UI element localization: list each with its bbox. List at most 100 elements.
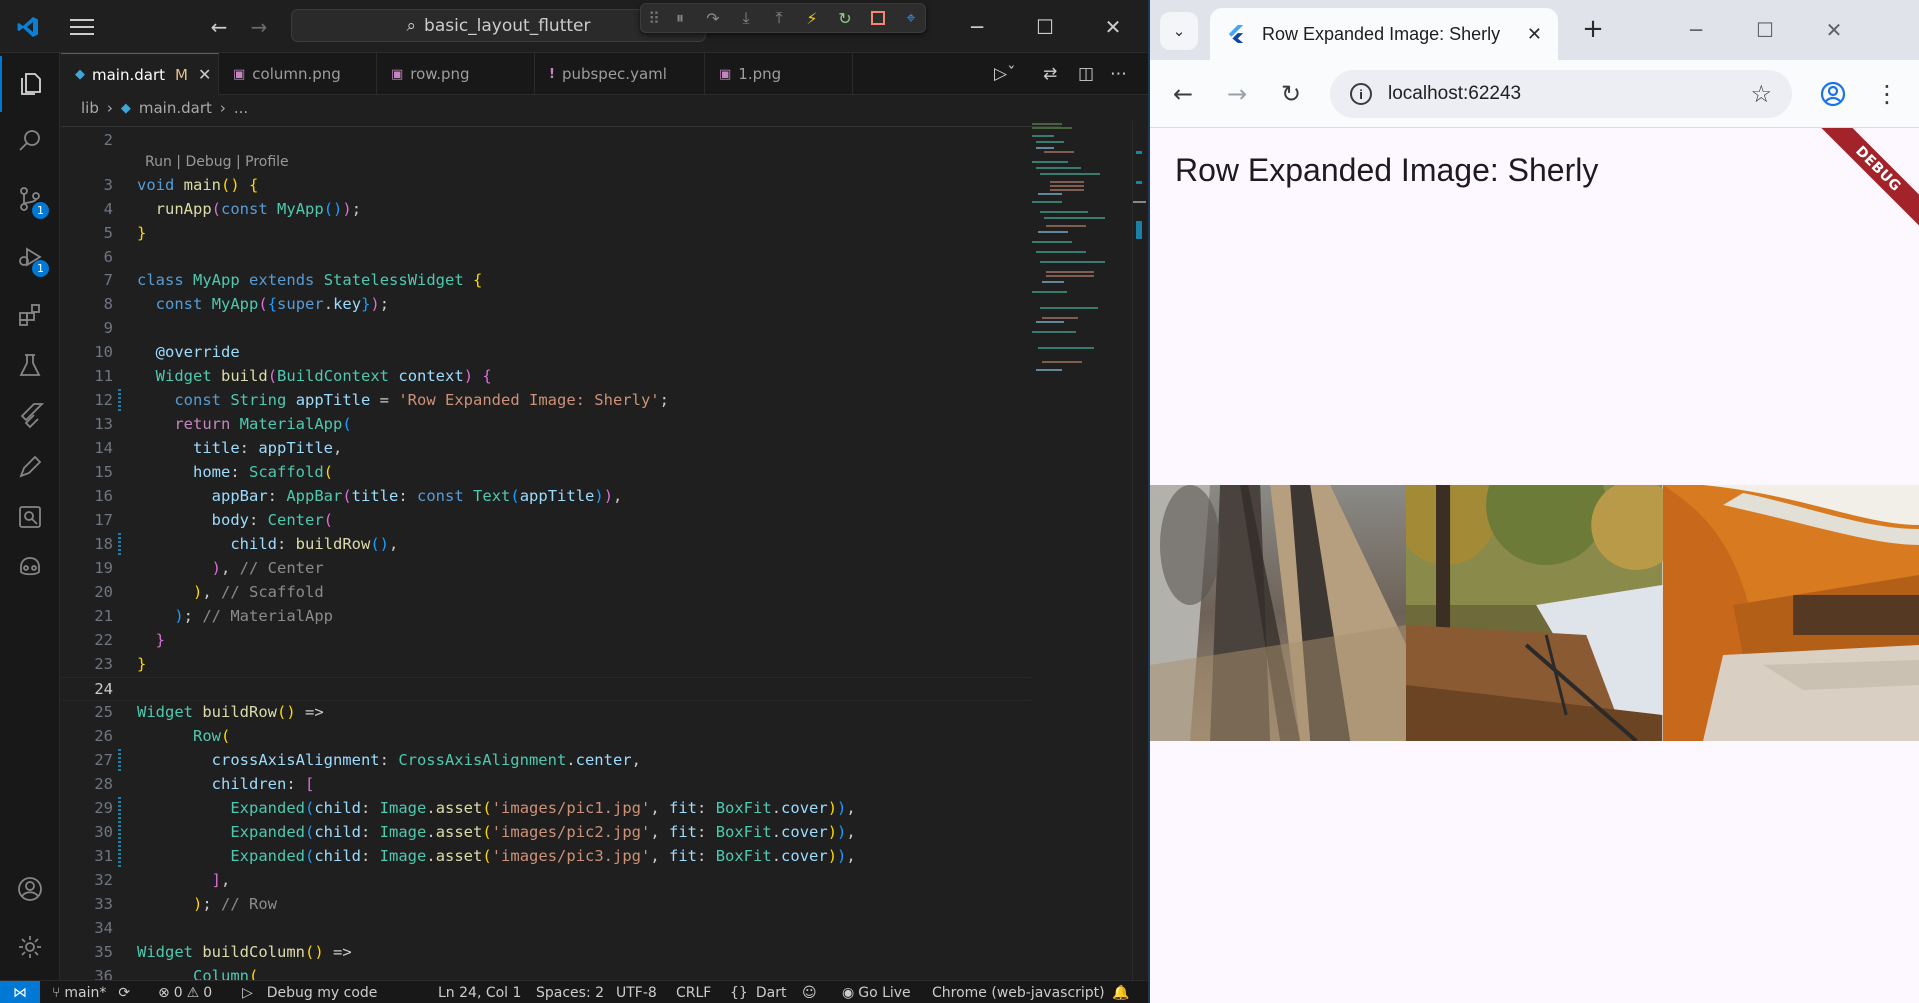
breadcrumb-symbol[interactable]: ... (234, 99, 248, 117)
minimap[interactable] (1030, 121, 1105, 381)
minimize-icon[interactable]: ─ (1662, 0, 1730, 60)
pause-icon[interactable]: ⏸ (668, 6, 692, 30)
branch-indicator[interactable]: ⑂ main* ⟳ (52, 981, 130, 1003)
debug-banner: DEBUG (1817, 128, 1919, 230)
tab-pubspec-yaml[interactable]: ! pubspec.yaml (535, 53, 705, 95)
step-out-icon[interactable]: ⤒ (767, 6, 791, 30)
search-icon: ⌕ (406, 15, 417, 36)
open-changes-icon[interactable]: ⇄ (1043, 53, 1057, 95)
restart-icon[interactable]: ↻ (833, 6, 857, 30)
workspace-name: basic_layout_flutter (424, 15, 591, 36)
kebab-menu-icon[interactable]: ⋮ (1864, 60, 1910, 128)
run-debug-icon[interactable]: 1 (0, 229, 60, 285)
search-icon[interactable] (0, 113, 60, 169)
line-ending[interactable]: CRLF (676, 981, 711, 1003)
breadcrumb-folder[interactable]: lib (81, 99, 99, 117)
new-tab-plus-icon[interactable]: + (1578, 14, 1608, 44)
code-line: 4 runApp(const MyApp()); (103, 200, 362, 218)
close-tab-icon[interactable]: ✕ (1527, 24, 1542, 45)
edit-pen-icon[interactable] (0, 439, 60, 495)
explorer-icon[interactable] (0, 56, 60, 112)
codelens-run-debug-profile[interactable]: Run | Debug | Profile (145, 154, 289, 170)
more-actions-icon[interactable]: ⋯ (1110, 53, 1127, 95)
settings-gear-icon[interactable] (0, 919, 60, 975)
language-mode[interactable]: {} Dart (730, 981, 786, 1003)
profile-avatar-icon[interactable] (1810, 60, 1856, 128)
error-count: 0 (173, 984, 183, 1001)
dart-file-icon: ◆ (75, 67, 85, 82)
indentation[interactable]: Spaces: 2 (536, 981, 604, 1003)
forward-arrow-icon[interactable]: → (1214, 60, 1260, 128)
step-over-icon[interactable]: ↷ (701, 6, 725, 30)
site-info-icon[interactable]: i (1350, 83, 1372, 105)
encoding[interactable]: UTF-8 (616, 981, 657, 1003)
dart-file-icon: ◆ (120, 100, 131, 116)
tab-1-png[interactable]: ▣ 1.png (705, 53, 853, 95)
device-selector[interactable]: Chrome (web-javascript) (932, 981, 1105, 1003)
tab-label: main.dart (92, 65, 166, 84)
address-bar[interactable]: i localhost:62243 ☆ (1330, 70, 1792, 118)
image-autumn-park (1406, 485, 1663, 741)
tab-main-dart[interactable]: ◆ main.dart M ✕ (61, 53, 219, 95)
maximize-icon[interactable]: ☐ (1731, 0, 1799, 60)
hot-reload-icon[interactable]: ⚡ (800, 6, 824, 30)
problems-indicator[interactable]: ⊗ 0 ⚠ 0 (158, 981, 212, 1003)
widget-inspector-icon[interactable]: ⌖ (899, 6, 923, 30)
bookmark-star-icon[interactable]: ☆ (1750, 80, 1772, 109)
drag-handle-icon[interactable]: ⠿ (648, 6, 660, 30)
split-editor-icon[interactable]: ◫ (1078, 53, 1094, 95)
chevron-right-icon: › (106, 99, 113, 117)
remote-explorer-icon[interactable] (0, 489, 60, 545)
back-arrow-icon[interactable]: ← (204, 0, 234, 53)
browser-tab-active[interactable]: Row Expanded Image: Sherly ✕ (1210, 8, 1558, 60)
close-tab-icon[interactable]: ✕ (198, 65, 211, 84)
cursor-position[interactable]: Ln 24, Col 1 (438, 981, 521, 1003)
menu-icon[interactable] (62, 0, 102, 53)
tab-search-chevron-down-icon[interactable]: ⌄ (1160, 12, 1198, 50)
source-control-icon[interactable]: 1 (0, 171, 60, 227)
vscode-window: ← → ⌕ basic_layout_flutter ⠿ ⏸ ↷ ⤓ ⤒ ⚡ ↻… (0, 0, 1148, 1003)
code-line: 16 appBar: AppBar(title: const Text(appT… (94, 487, 623, 505)
notifications-bell-icon[interactable]: 🔔 (1112, 981, 1129, 1003)
tab-row-png[interactable]: ▣ row.png (377, 53, 535, 95)
code-line: 23} (94, 655, 147, 673)
reload-icon[interactable]: ↻ (1268, 60, 1314, 128)
copilot-status-icon[interactable]: ☺ (802, 981, 817, 1003)
code-line: 26 Row( (94, 727, 231, 745)
branch-name: main* (64, 984, 107, 1001)
code-line: 25 Widget buildRow() => (94, 703, 324, 721)
debug-config[interactable]: ▷ Debug my code (242, 981, 377, 1003)
testing-flask-icon[interactable] (0, 337, 60, 393)
code-line: 10 @override (94, 343, 240, 361)
copilot-icon[interactable] (0, 539, 60, 595)
chevron-right-icon: › (219, 99, 226, 117)
tab-column-png[interactable]: ▣ column.png (219, 53, 377, 95)
tab-label: column.png (252, 65, 341, 83)
broadcast-icon: ◉ (842, 984, 855, 1001)
run-debug-dropdown-icon[interactable]: ▷ˇ (994, 53, 1016, 95)
vertical-scrollbar[interactable] (1132, 121, 1146, 980)
code-line: 35 Widget buildColumn() => (94, 943, 352, 961)
stop-icon[interactable] (866, 6, 890, 30)
go-live-button[interactable]: ◉ Go Live (842, 981, 911, 1003)
image-file-icon: ▣ (391, 66, 404, 82)
flutter-icon[interactable] (0, 387, 60, 443)
code-line: 28 children: [ (94, 775, 315, 793)
code-line: 31 Expanded(child: Image.asset('images/p… (94, 847, 856, 865)
forward-arrow-icon[interactable]: → (244, 0, 274, 53)
remote-indicator-icon[interactable]: ⋈ (0, 981, 40, 1003)
breadcrumb-file[interactable]: main.dart (139, 99, 212, 117)
extensions-icon[interactable] (0, 287, 60, 343)
step-into-icon[interactable]: ⤓ (734, 6, 758, 30)
code-editor[interactable]: 2 Run | Debug | Profile 3 void main() { 4… (61, 121, 1148, 980)
account-icon[interactable] (0, 861, 60, 917)
maximize-icon[interactable]: ☐ (1010, 0, 1080, 53)
code-line: 34 (94, 919, 113, 937)
warning-icon: ⚠ (186, 984, 200, 1001)
close-window-icon[interactable]: ✕ (1078, 0, 1148, 53)
breadcrumb: lib › ◆ main.dart › ... (61, 95, 1148, 121)
minimize-icon[interactable]: ─ (942, 0, 1012, 53)
close-window-icon[interactable]: ✕ (1800, 0, 1868, 60)
back-arrow-icon[interactable]: ← (1160, 60, 1206, 128)
warning-count: 0 (203, 984, 213, 1001)
